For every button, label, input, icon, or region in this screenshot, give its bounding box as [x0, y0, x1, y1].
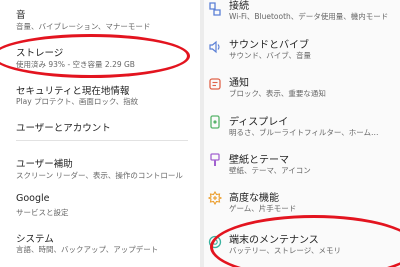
notification-icon [208, 76, 222, 90]
settings-item-title: 高度な機能 [229, 193, 279, 204]
settings-item-sounds-vibration[interactable]: サウンドとバイブ サウンド、バイブ、音量 [204, 34, 400, 62]
display-icon [208, 114, 222, 129]
list-divider [16, 140, 188, 141]
settings-item-subtitle: Wi-Fi、Bluetooth、データ使用量、機内モード [229, 12, 389, 21]
speaker-icon [208, 39, 222, 54]
settings-item-subtitle: ブロック、表示、重要な通知 [229, 89, 326, 98]
settings-item-users-accounts[interactable]: ユーザーとアカウント [0, 115, 200, 135]
settings-item-subtitle: 明るさ、ブルーライトフィルター、ホーム… [229, 128, 379, 137]
settings-item-security[interactable]: セキュリティと現在地情報 Play プロテクト、画面ロック、指紋 [0, 80, 200, 108]
settings-item-title: サウンドとバイブ [229, 40, 309, 51]
settings-item-title: 通知 [229, 78, 249, 89]
settings-item-subtitle: Play プロテクト、画面ロック、指紋 [16, 97, 139, 106]
settings-item-subtitle: 使用済み 93% - 空き容量 2.29 GB [16, 60, 135, 69]
settings-item-subtitle: 壁紙、テーマ、アイコン [229, 166, 311, 175]
settings-item-device-care[interactable]: 端末のメンテナンス バッテリー、ストレージ、メモリ [204, 228, 400, 258]
settings-item-subtitle: ゲーム、片手モード [229, 204, 297, 213]
gear-plus-icon [207, 190, 223, 206]
settings-item-title: ユーザー補助 [16, 159, 73, 170]
settings-item-title: ストレージ [16, 48, 64, 59]
settings-item-advanced-features[interactable]: 高度な機能 ゲーム、片手モード [204, 186, 400, 214]
settings-item-subtitle: 音量、バイブレーション、マナーモード [16, 22, 151, 31]
settings-item-notifications[interactable]: 通知 ブロック、表示、重要な通知 [204, 72, 400, 100]
settings-item-subtitle: 言語、時間、バックアップ、アップデート [16, 245, 159, 254]
settings-item-subtitle: サウンド、バイブ、音量 [229, 51, 311, 60]
settings-item-title: ディスプレイ [229, 117, 289, 128]
settings-item-title: 壁紙とテーマ [229, 155, 289, 166]
settings-item-subtitle: サービスと設定 [16, 208, 69, 217]
settings-item-system[interactable]: システム 言語、時間、バックアップ、アップデート [0, 228, 200, 256]
settings-item-title: ユーザーとアカウント [16, 123, 111, 134]
settings-item-connections[interactable]: 接続 Wi-Fi、Bluetooth、データ使用量、機内モード [204, 0, 400, 26]
right-settings-list: 接続 Wi-Fi、Bluetooth、データ使用量、機内モード サウンドとバイブ… [204, 0, 400, 267]
settings-item-title: 端末のメンテナンス [229, 235, 319, 246]
settings-item-google[interactable]: Google サービスと設定 [0, 190, 200, 218]
settings-item-title: Google [16, 193, 50, 204]
settings-item-accessibility[interactable]: ユーザー補助 スクリーン リーダー、表示、操作のコントロール [0, 153, 200, 181]
settings-item-title: システム [16, 234, 54, 245]
screenshot-stage: 音 音量、バイブレーション、マナーモード ストレージ 使用済み 93% - 空き… [0, 0, 400, 267]
settings-item-subtitle: バッテリー、ストレージ、メモリ [229, 246, 342, 255]
settings-item-storage[interactable]: ストレージ 使用済み 93% - 空き容量 2.29 GB [0, 44, 200, 72]
settings-item-subtitle: スクリーン リーダー、表示、操作のコントロール [16, 171, 183, 180]
left-settings-list: 音 音量、バイブレーション、マナーモード ストレージ 使用済み 93% - 空き… [0, 0, 200, 267]
settings-item-wallpapers-themes[interactable]: 壁紙とテーマ 壁紙、テーマ、アイコン [204, 148, 400, 176]
settings-item-title: 音 [16, 10, 26, 21]
paintbrush-icon [208, 152, 222, 166]
settings-item-sound[interactable]: 音 音量、バイブレーション、マナーモード [0, 4, 200, 32]
settings-item-title: セキュリティと現在地情報 [16, 86, 130, 97]
link-icon [208, 1, 222, 16]
device-care-icon [208, 234, 222, 249]
settings-item-display[interactable]: ディスプレイ 明るさ、ブルーライトフィルター、ホーム… [204, 110, 400, 138]
